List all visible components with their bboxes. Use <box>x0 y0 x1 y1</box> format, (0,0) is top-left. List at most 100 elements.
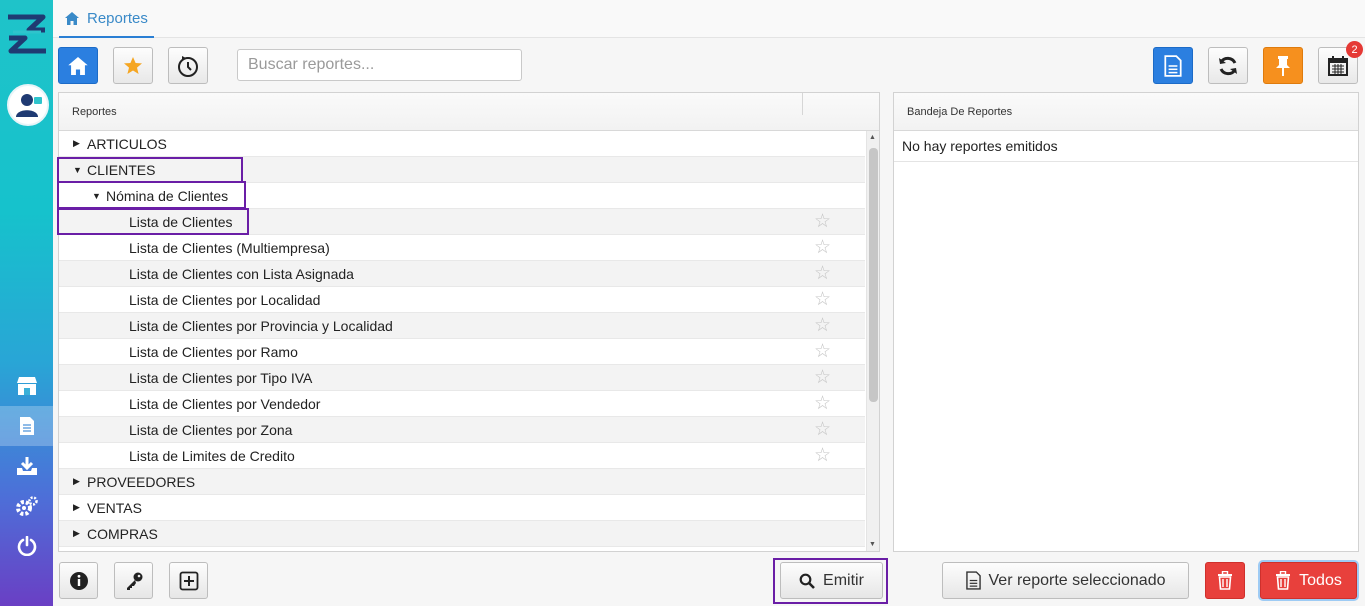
tree-item-label: Lista de Clientes por Vendedor <box>129 395 321 412</box>
highlight-nomina <box>57 181 246 209</box>
favorite-star-icon[interactable]: ☆ <box>814 446 831 466</box>
report-tray-panel: Bandeja De Reportes No hay reportes emit… <box>893 92 1359 552</box>
pin-icon <box>1276 55 1290 76</box>
highlight-lista-clientes <box>57 208 249 235</box>
reports-icon[interactable] <box>0 406 53 446</box>
empty-message: No hay reportes emitidos <box>902 138 1058 154</box>
tree-group[interactable]: ▶ VENTAS <box>59 495 865 521</box>
user-avatar[interactable] <box>7 84 49 126</box>
favorite-star-icon[interactable]: ☆ <box>814 238 831 258</box>
tree-item-label: PROVEEDORES <box>87 473 196 490</box>
tree-item-label: VENTAS <box>87 499 142 516</box>
report-tray-title: Bandeja De Reportes <box>907 105 1013 118</box>
reports-panel-header: Reportes <box>59 93 879 131</box>
app-logo <box>5 12 49 56</box>
tree-item-label: COMPRAS <box>87 525 158 542</box>
refresh-button[interactable] <box>1208 47 1248 84</box>
delete-all-label: Todos <box>1299 571 1342 589</box>
tree-item-label: Lista de Clientes por Zona <box>129 421 293 438</box>
tree-item-label: Lista de Clientes por Provincia y Locali… <box>129 317 393 334</box>
power-icon[interactable] <box>0 526 53 566</box>
reports-view-button[interactable] <box>1153 47 1193 84</box>
calendar-button[interactable]: 2 <box>1318 41 1363 84</box>
tree-group[interactable]: ▶ COMPRAS <box>59 521 865 547</box>
tab-reportes[interactable]: Reportes <box>59 0 154 38</box>
search-icon <box>799 573 815 589</box>
document-icon <box>1164 54 1182 77</box>
tab-label: Reportes <box>87 9 148 27</box>
tree-item-label: Lista de Clientes (Multiempresa) <box>129 239 330 256</box>
tree-item-label: Lista de Clientes por Tipo IVA <box>129 369 313 386</box>
tab-bar: Reportes <box>53 0 1365 38</box>
report-item[interactable]: Lista de Clientes con Lista Asignada ☆ <box>59 261 865 287</box>
scroll-thumb[interactable] <box>869 148 878 402</box>
info-button[interactable] <box>59 562 98 599</box>
report-item[interactable]: Lista de Clientes por Provincia y Locali… <box>59 313 865 339</box>
tree-item-label: Lista de Clientes por Ramo <box>129 343 298 360</box>
app-sidebar <box>0 0 53 606</box>
favorite-star-icon[interactable]: ☆ <box>814 316 831 336</box>
report-tray-header: Bandeja De Reportes <box>894 93 1358 131</box>
history-clock-icon <box>178 55 198 77</box>
home-button[interactable] <box>58 47 98 84</box>
tree-item-label: Lista de Clientes por Localidad <box>129 291 321 308</box>
scroll-down-arrow[interactable]: ▼ <box>869 541 876 548</box>
favorite-star-icon[interactable]: ☆ <box>814 264 831 284</box>
report-item[interactable]: Lista de Clientes (Multiempresa) ☆ <box>59 235 865 261</box>
favorite-star-icon[interactable]: ☆ <box>814 342 831 362</box>
reports-column-title: Reportes <box>72 105 117 118</box>
history-button[interactable] <box>168 47 208 84</box>
caret-right-icon[interactable]: ▶ <box>73 476 87 487</box>
tree-item-label: Lista de Limites de Credito <box>129 447 295 464</box>
store-icon[interactable] <box>0 366 53 406</box>
report-item[interactable]: Lista de Limites de Credito ☆ <box>59 443 865 469</box>
report-item[interactable]: Lista de Clientes por Ramo ☆ <box>59 339 865 365</box>
main-area: Reportes 2 Reportes ▶ARTICULOS▼CLIENTES▼… <box>53 0 1365 606</box>
calendar-icon <box>1328 55 1348 76</box>
caret-right-icon[interactable]: ▶ <box>73 138 87 149</box>
tree-group[interactable]: ▶ ARTICULOS <box>59 131 865 157</box>
tree-scrollbar[interactable]: ▲ ▼ <box>866 131 879 551</box>
home-icon <box>65 11 79 25</box>
add-button[interactable] <box>169 562 208 599</box>
report-tray-empty: No hay reportes emitidos <box>894 131 1358 162</box>
favorite-star-icon[interactable]: ☆ <box>814 290 831 310</box>
favorite-star-icon[interactable]: ☆ <box>814 368 831 388</box>
plus-square-icon <box>179 571 198 590</box>
caret-right-icon[interactable]: ▶ <box>73 502 87 513</box>
favorite-star-icon[interactable]: ☆ <box>814 212 831 232</box>
emitir-label: Emitir <box>823 571 864 589</box>
home-icon <box>68 56 88 75</box>
tree-group[interactable]: ▶ PROVEEDORES <box>59 469 865 495</box>
settings-gears-icon[interactable] <box>0 486 53 526</box>
delete-selected-button[interactable] <box>1205 562 1245 599</box>
download-tray-icon[interactable] <box>0 446 53 486</box>
report-item[interactable]: Lista de Clientes por Tipo IVA ☆ <box>59 365 865 391</box>
favorite-star-icon[interactable]: ☆ <box>814 394 831 414</box>
search-input[interactable] <box>237 49 522 81</box>
tree-item-label: Lista de Clientes con Lista Asignada <box>129 265 354 282</box>
pin-button[interactable] <box>1263 47 1303 84</box>
delete-all-button[interactable]: Todos <box>1260 562 1357 599</box>
scroll-up-arrow[interactable]: ▲ <box>869 134 876 141</box>
report-item[interactable]: Lista de Clientes por Localidad ☆ <box>59 287 865 313</box>
highlight-clientes <box>57 157 243 183</box>
report-item[interactable]: Lista de Clientes por Vendedor ☆ <box>59 391 865 417</box>
tree-item-label: ARTICULOS <box>87 135 167 152</box>
favorites-button[interactable] <box>113 47 153 84</box>
caret-right-icon[interactable]: ▶ <box>73 528 87 539</box>
trash-icon <box>1276 571 1291 590</box>
key-icon <box>126 572 142 590</box>
trash-icon <box>1218 571 1232 590</box>
view-selected-report-button[interactable]: Ver reporte seleccionado <box>942 562 1189 599</box>
emitir-button[interactable]: Emitir <box>780 562 883 599</box>
permissions-button[interactable] <box>114 562 153 599</box>
view-selected-report-label: Ver reporte seleccionado <box>988 571 1166 589</box>
report-item[interactable]: Lista de Clientes por Zona ☆ <box>59 417 865 443</box>
info-icon <box>69 571 88 590</box>
favorite-star-icon[interactable]: ☆ <box>814 420 831 440</box>
notification-badge: 2 <box>1346 41 1363 58</box>
refresh-icon <box>1219 56 1237 75</box>
star-icon <box>124 56 142 74</box>
document-icon <box>965 571 981 590</box>
